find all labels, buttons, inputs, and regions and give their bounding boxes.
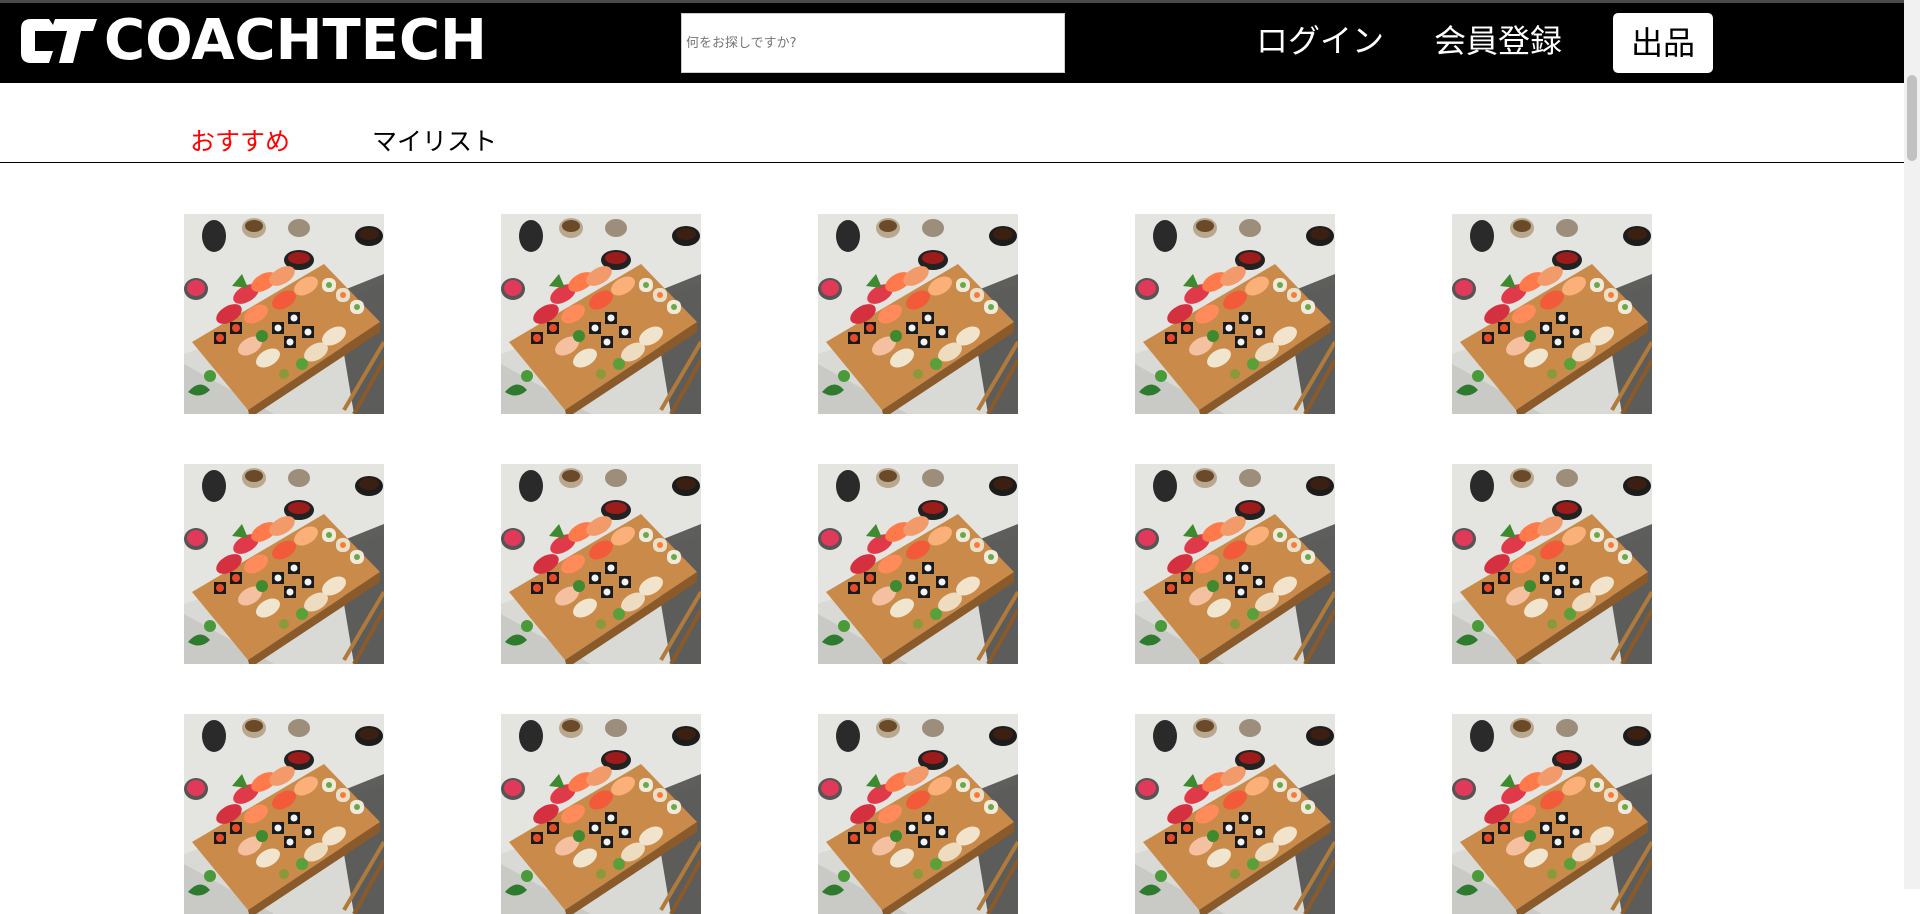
product-image xyxy=(1452,214,1652,414)
product-card[interactable] xyxy=(184,714,384,914)
product-image xyxy=(184,214,384,414)
product-card[interactable] xyxy=(1452,464,1652,664)
product-card[interactable] xyxy=(501,214,701,414)
product-card[interactable] xyxy=(184,464,384,664)
product-image xyxy=(184,464,384,664)
product-card[interactable] xyxy=(501,714,701,914)
product-image xyxy=(501,714,701,914)
product-image xyxy=(1135,714,1335,914)
product-card[interactable] xyxy=(1452,214,1652,414)
product-card[interactable] xyxy=(818,464,1018,664)
product-image xyxy=(501,214,701,414)
product-image xyxy=(1135,464,1335,664)
product-image xyxy=(1452,464,1652,664)
product-card[interactable] xyxy=(184,214,384,414)
product-image xyxy=(818,464,1018,664)
product-image xyxy=(818,214,1018,414)
product-grid xyxy=(0,0,1904,914)
product-image xyxy=(184,714,384,914)
product-card[interactable] xyxy=(1135,214,1335,414)
product-image xyxy=(1452,714,1652,914)
scrollbar-thumb[interactable] xyxy=(1907,75,1917,161)
product-card[interactable] xyxy=(818,214,1018,414)
product-image xyxy=(1135,214,1335,414)
product-card[interactable] xyxy=(1135,714,1335,914)
product-image xyxy=(501,464,701,664)
product-card[interactable] xyxy=(501,464,701,664)
vertical-scrollbar[interactable] xyxy=(1904,0,1920,889)
product-card[interactable] xyxy=(1135,464,1335,664)
product-card[interactable] xyxy=(818,714,1018,914)
product-card[interactable] xyxy=(1452,714,1652,914)
product-image xyxy=(818,714,1018,914)
